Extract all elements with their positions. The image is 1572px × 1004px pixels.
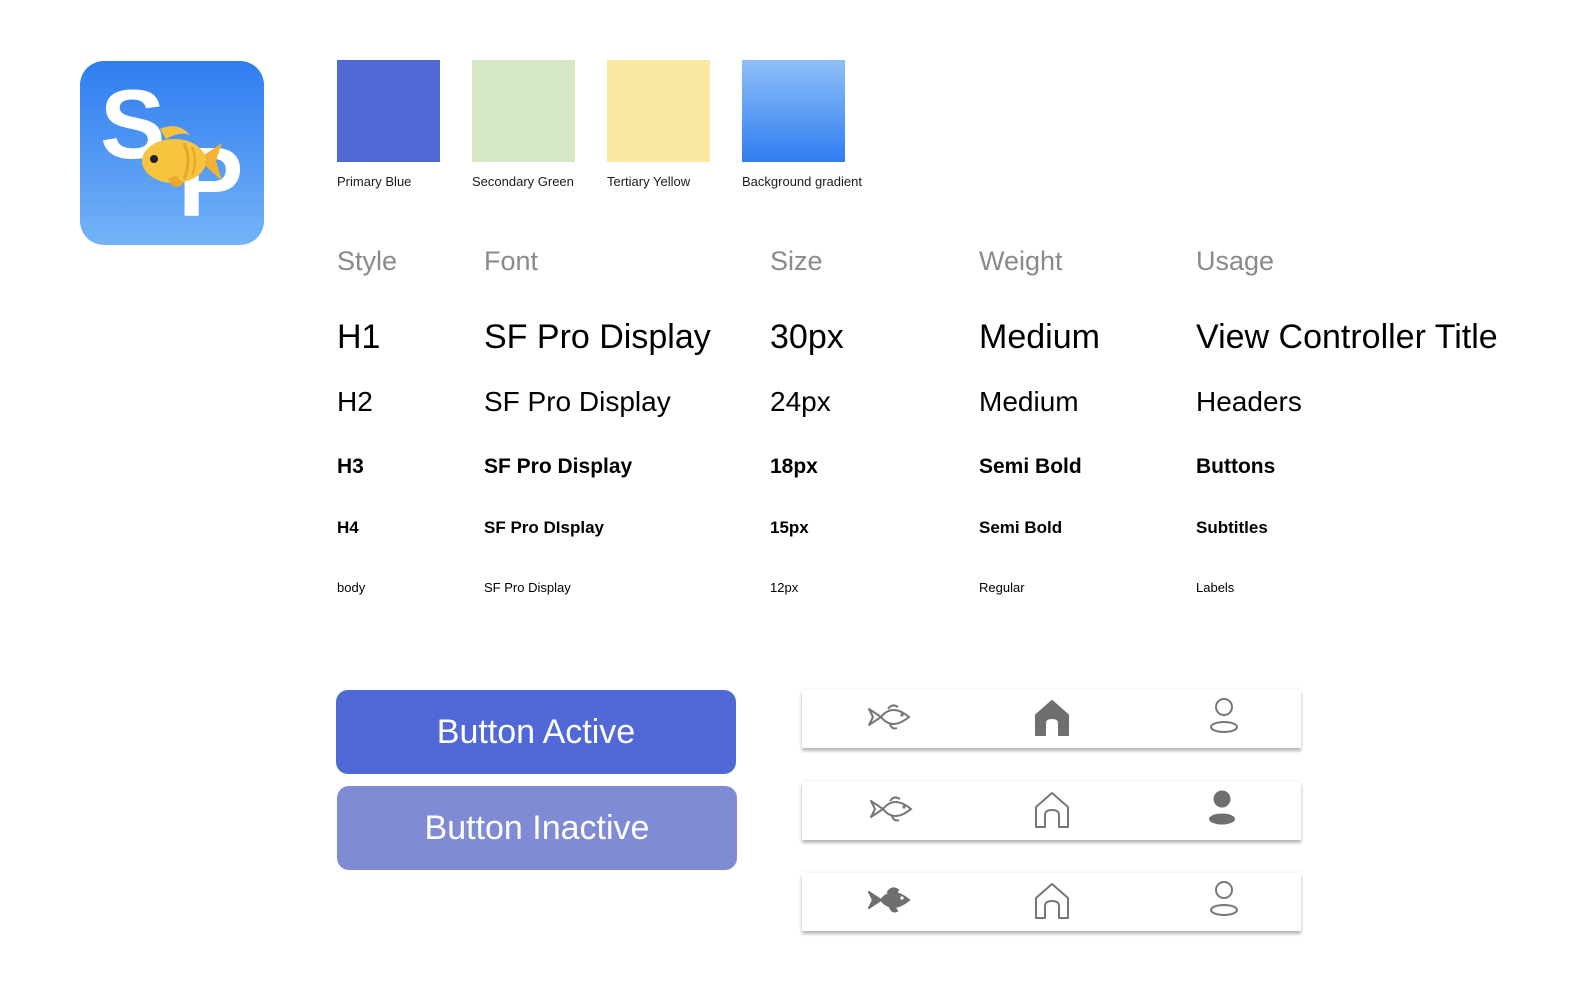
button-inactive[interactable]: Button Inactive: [337, 786, 737, 870]
swatch-background-gradient: [742, 60, 845, 162]
swatch-secondary-green: [472, 60, 575, 162]
table-header-usage: Usage: [1196, 246, 1275, 276]
home-icon[interactable]: [1033, 789, 1071, 829]
type-font-h1: SF Pro Display: [484, 318, 711, 356]
type-weight-body: Regular: [979, 580, 1025, 595]
tab-bar-home-selected: [802, 690, 1301, 748]
profile-icon[interactable]: [1208, 880, 1240, 920]
swatch-label-tertiary-yellow: Tertiary Yellow: [607, 174, 691, 189]
type-usage-h4: Subtitles: [1196, 518, 1268, 537]
type-size-h3: 18px: [770, 455, 818, 478]
fish-icon[interactable]: [868, 789, 914, 829]
type-style-h3: H3: [337, 455, 364, 478]
type-size-h1: 30px: [770, 318, 844, 356]
table-header-size: Size: [770, 246, 823, 276]
type-style-h4: H4: [337, 518, 359, 537]
app-logo: S P: [80, 61, 264, 245]
type-style-body: body: [337, 580, 366, 595]
tab-bar-profile-selected: [802, 782, 1301, 840]
type-size-h2: 24px: [770, 386, 831, 417]
type-usage-h3: Buttons: [1196, 455, 1276, 478]
type-weight-h1: Medium: [979, 318, 1100, 356]
type-font-body: SF Pro Display: [484, 580, 571, 595]
tab-bar-fish-selected: [802, 873, 1301, 931]
type-usage-h2: Headers: [1196, 386, 1302, 417]
profile-icon[interactable]: [1206, 789, 1238, 829]
swatch-label-background-gradient: Background gradient: [742, 174, 862, 189]
fish-icon: [142, 126, 222, 188]
button-active[interactable]: Button Active: [336, 690, 736, 774]
swatch-primary-blue: [337, 60, 440, 162]
fish-icon[interactable]: [866, 880, 912, 920]
type-usage-body: Labels: [1196, 580, 1235, 595]
type-font-h4: SF Pro DIsplay: [484, 518, 604, 537]
type-font-h2: SF Pro Display: [484, 386, 671, 417]
home-icon[interactable]: [1033, 697, 1071, 737]
table-header-weight: Weight: [979, 246, 1063, 276]
swatch-label-primary-blue: Primary Blue: [337, 174, 412, 189]
type-style-h2: H2: [337, 386, 373, 417]
swatch-label-secondary-green: Secondary Green: [472, 174, 574, 189]
type-style-h1: H1: [337, 318, 381, 356]
table-header-style: Style: [337, 246, 398, 276]
type-weight-h3: Semi Bold: [979, 455, 1082, 478]
type-weight-h4: Semi Bold: [979, 518, 1063, 537]
type-size-body: 12px: [770, 580, 799, 595]
type-size-h4: 15px: [770, 518, 809, 537]
swatch-tertiary-yellow: [607, 60, 710, 162]
fish-icon[interactable]: [866, 697, 912, 737]
type-font-h3: SF Pro Display: [484, 455, 633, 478]
type-usage-h1: View Controller Title: [1196, 318, 1498, 356]
type-weight-h2: Medium: [979, 386, 1079, 417]
table-header-font: Font: [484, 246, 539, 276]
profile-icon[interactable]: [1208, 697, 1240, 737]
home-icon[interactable]: [1033, 880, 1071, 920]
